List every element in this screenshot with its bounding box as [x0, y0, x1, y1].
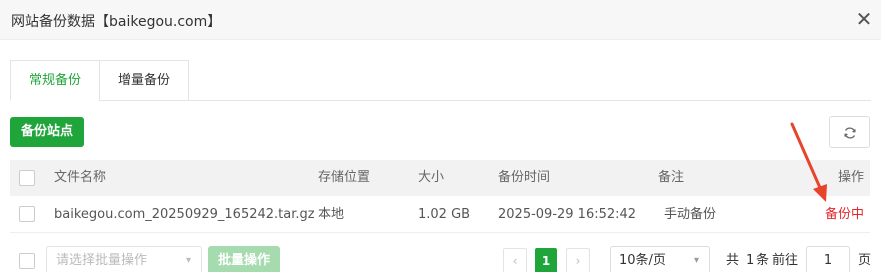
- next-page-button[interactable]: ›: [566, 248, 590, 272]
- annotation-arrow-icon: [790, 122, 827, 202]
- prev-page-button[interactable]: ‹: [503, 248, 527, 272]
- column-note: 备注: [658, 170, 685, 185]
- column-location: 存储位置: [318, 170, 371, 185]
- table-header: 文件名称 存储位置 大小 备份时间 备注 操作: [10, 160, 870, 196]
- column-actions: 操作: [838, 170, 865, 185]
- tab-regular-backup[interactable]: 常规备份: [10, 60, 100, 101]
- dialog-header: 网站备份数据【baikegou.com】 ✕: [0, 0, 881, 40]
- table-row: baikegou.com_20250929_165242.tar.gz 本地 1…: [10, 196, 870, 233]
- backup-size: 1.02 GB: [418, 207, 471, 222]
- batch-action-button[interactable]: 批量操作: [208, 246, 280, 272]
- footer-select-all-checkbox[interactable]: [19, 253, 35, 269]
- backup-time: 2025-09-29 16:52:42: [498, 207, 637, 222]
- goto-prefix: 前往: [772, 253, 799, 268]
- refresh-icon: [844, 127, 856, 139]
- backup-note: 手动备份: [664, 207, 717, 222]
- backup-file-name: baikegou.com_20250929_165242.tar.gz: [54, 207, 315, 222]
- batch-action-select[interactable]: 请选择批量操作 ▾: [46, 246, 202, 272]
- close-icon[interactable]: ✕: [852, 7, 876, 31]
- chevron-down-icon: ▾: [693, 255, 699, 266]
- total-count: 1: [746, 253, 755, 268]
- goto-page-input[interactable]: 1: [806, 246, 850, 272]
- backup-location: 本地: [318, 207, 345, 222]
- total-suffix: 条: [756, 253, 770, 268]
- tab-incremental-backup[interactable]: 增量备份: [99, 60, 189, 101]
- chevron-down-icon: ▾: [185, 255, 191, 266]
- total-prefix: 共: [726, 253, 740, 268]
- backup-site-button[interactable]: 备份站点: [10, 117, 84, 147]
- current-page[interactable]: 1: [535, 248, 557, 272]
- column-size: 大小: [418, 170, 445, 185]
- goto-suffix: 页: [858, 253, 872, 268]
- dialog-title: 网站备份数据【baikegou.com】: [11, 14, 222, 30]
- column-file-name: 文件名称: [54, 170, 107, 185]
- page-size-select[interactable]: 10条/页 ▾: [610, 246, 710, 272]
- batch-action-placeholder: 请选择批量操作: [56, 253, 148, 268]
- select-all-checkbox[interactable]: [19, 170, 35, 186]
- page-size-value: 10条/页: [619, 253, 666, 268]
- tab-divider: [188, 100, 871, 101]
- column-backup-time: 备份时间: [498, 170, 551, 185]
- row-checkbox[interactable]: [19, 206, 35, 222]
- table-footer: 请选择批量操作 ▾ 批量操作 ‹ 1 › 10条/页 ▾ 共 1 条 前往 1 …: [10, 246, 872, 272]
- refresh-button[interactable]: [829, 116, 870, 148]
